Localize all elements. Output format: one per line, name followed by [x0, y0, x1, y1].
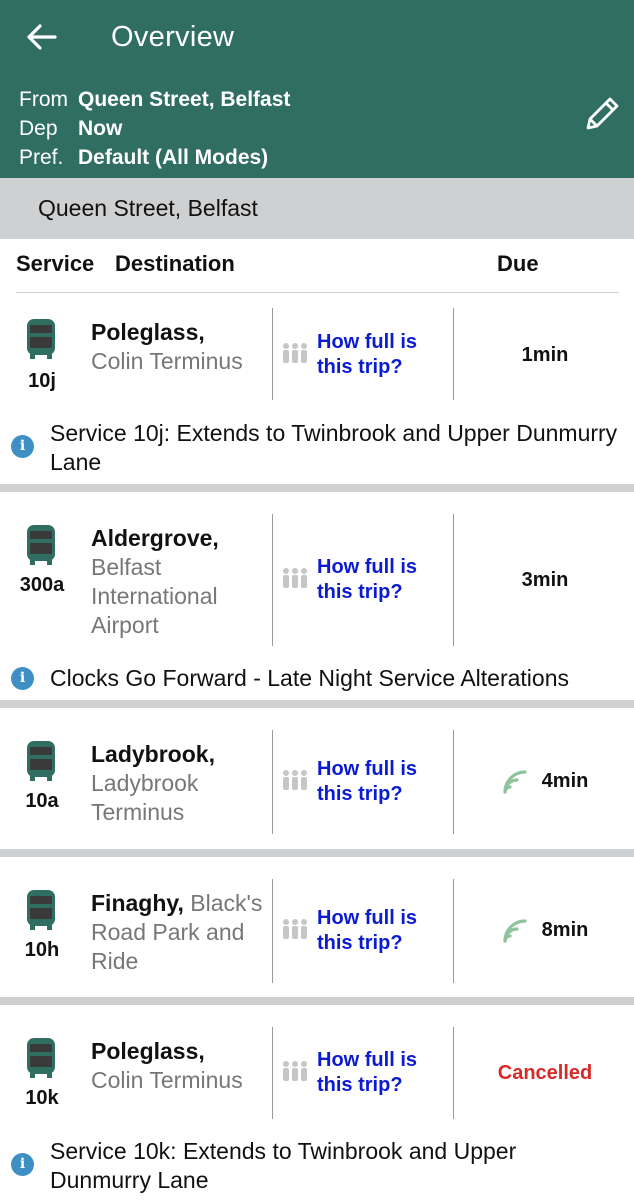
service-notice[interactable]: i Service 10k: Extends to Twinbrook and …: [0, 1136, 634, 1196]
due-time-realtime: 4min: [456, 768, 634, 794]
pencil-icon: [586, 97, 619, 130]
divider: [272, 308, 273, 400]
destination-detail: Ladybrook Terminus: [91, 770, 199, 825]
occupancy-label: How full is this trip?: [317, 331, 417, 378]
notice-text: Clocks Go Forward - Late Night Service A…: [50, 665, 569, 691]
people-icon: [283, 568, 307, 588]
bus-icon: [27, 741, 55, 781]
row-separator: [0, 849, 634, 857]
people-icon: [283, 919, 307, 939]
destination-name: Ladybrook,: [91, 741, 215, 767]
destination-detail: Colin Terminus: [91, 348, 243, 374]
divider: [272, 514, 273, 646]
divider: [453, 308, 454, 400]
realtime-signal-icon: [503, 919, 527, 943]
divider: [272, 730, 273, 834]
service-notice[interactable]: i Service 10j: Extends to Twinbrook and …: [0, 418, 634, 478]
stop-header: Queen Street, Belfast: [0, 178, 634, 239]
info-icon: i: [11, 1153, 34, 1176]
service-notice[interactable]: i Clocks Go Forward - Late Night Service…: [0, 660, 634, 698]
bus-icon: [27, 890, 55, 930]
arrow-left-icon: [27, 24, 57, 50]
preference-label: Pref.: [19, 146, 64, 169]
stop-name: Queen Street, Belfast: [38, 195, 258, 221]
column-headers: Service Destination Due: [16, 240, 619, 293]
column-destination: Destination: [115, 251, 235, 276]
notice-text: Service 10j: Extends to Twinbrook and Up…: [50, 420, 618, 475]
divider: [453, 1027, 454, 1119]
row-separator: [0, 997, 634, 1005]
destination: Poleglass, Colin Terminus: [91, 318, 269, 376]
departure-row[interactable]: 10k Poleglass, Colin Terminus How full i…: [0, 1025, 634, 1121]
divider: [453, 730, 454, 834]
column-due: Due: [497, 251, 539, 276]
departure-row: Dep Now: [19, 114, 290, 143]
bus-icon: [27, 1038, 55, 1078]
occupancy-label: How full is this trip?: [317, 907, 417, 954]
departure-row[interactable]: 10j Poleglass, Colin Terminus How full i…: [0, 306, 634, 410]
people-icon: [283, 770, 307, 790]
bus-icon: [27, 525, 55, 565]
destination: Poleglass, Colin Terminus: [91, 1037, 269, 1095]
due-time: 3min: [521, 569, 569, 591]
from-row: From Queen Street, Belfast: [19, 85, 290, 114]
destination-name: Poleglass,: [91, 319, 205, 345]
destination: Finaghy, Black's Road Park and Ride: [91, 889, 269, 976]
due-time: 1min: [521, 344, 569, 366]
row-separator: [0, 484, 634, 492]
route-number: 10k: [25, 1087, 59, 1109]
destination-detail: Colin Terminus: [91, 1067, 243, 1093]
destination-detail: Belfast International Airport: [91, 554, 218, 638]
due-status-cancelled: Cancelled: [497, 1062, 593, 1084]
edit-journey-button[interactable]: [580, 92, 624, 136]
journey-summary: From Queen Street, Belfast Dep Now Pref.…: [19, 85, 290, 172]
occupancy-label: How full is this trip?: [317, 1049, 417, 1096]
due-time: 4min: [541, 769, 589, 792]
info-icon: i: [11, 435, 34, 458]
route-number: 300a: [19, 574, 65, 596]
route-number: 10h: [24, 939, 60, 961]
destination-name: Aldergrove,: [91, 525, 219, 551]
app-bar: Overview From Queen Street, Belfast Dep …: [0, 0, 634, 178]
departure-row[interactable]: 10a Ladybrook, Ladybrook Terminus How fu…: [0, 728, 634, 836]
preference-value: Default (All Modes): [78, 146, 269, 169]
from-value: Queen Street, Belfast: [78, 88, 291, 111]
destination: Ladybrook, Ladybrook Terminus: [91, 740, 269, 827]
info-icon: i: [11, 667, 34, 690]
people-icon: [283, 343, 307, 363]
row-separator: [0, 700, 634, 708]
due-time: 8min: [541, 918, 589, 941]
page-title: Overview: [111, 21, 235, 53]
route-number: 10a: [25, 790, 59, 812]
realtime-signal-icon: [503, 770, 527, 794]
back-button[interactable]: [22, 18, 62, 56]
occupancy-label: How full is this trip?: [317, 758, 417, 805]
destination-name: Poleglass,: [91, 1038, 205, 1064]
divider: [453, 879, 454, 983]
notice-text: Service 10k: Extends to Twinbrook and Up…: [50, 1138, 517, 1193]
due-time-realtime: 8min: [456, 917, 634, 943]
bus-icon: [27, 319, 55, 359]
people-icon: [283, 1061, 307, 1081]
departure-value: Now: [78, 117, 123, 140]
column-service: Service: [16, 251, 95, 276]
preference-row: Pref. Default (All Modes): [19, 143, 290, 172]
departure-row[interactable]: 300a Aldergrove, Belfast International A…: [0, 512, 634, 648]
destination-name: Finaghy,: [91, 890, 184, 916]
divider: [453, 514, 454, 646]
route-number: 10j: [28, 370, 56, 392]
destination: Aldergrove, Belfast International Airpor…: [91, 524, 269, 640]
departure-row[interactable]: 10h Finaghy, Black's Road Park and Ride …: [0, 877, 634, 985]
from-label: From: [19, 88, 68, 111]
occupancy-label: How full is this trip?: [317, 556, 417, 603]
divider: [272, 1027, 273, 1119]
divider: [272, 879, 273, 983]
departure-label: Dep: [19, 117, 58, 140]
